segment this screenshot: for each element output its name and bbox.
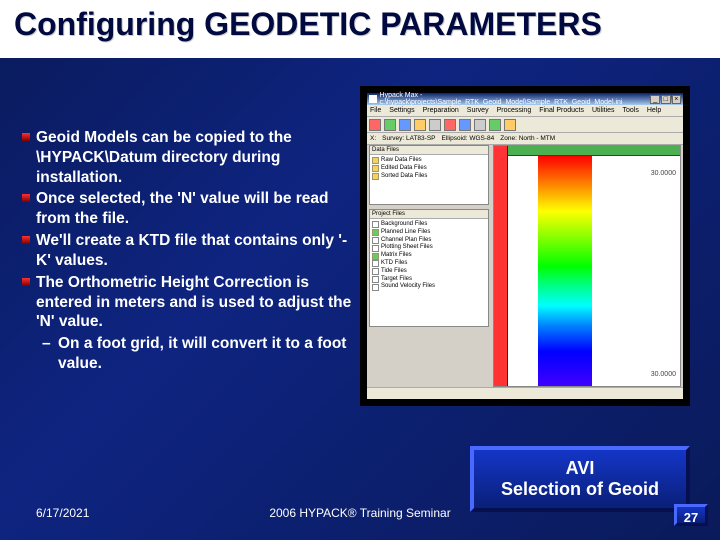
tree-item[interactable]: Tide Files (372, 268, 486, 276)
toolbar-icon[interactable] (489, 119, 501, 131)
tree-label: Edited Data Files (381, 165, 427, 173)
window-title: Hypack Max - c:\hypack\projects\Sample_R… (380, 92, 650, 106)
tree-label: Sound Velocity Files (381, 283, 435, 291)
menu-item[interactable]: Survey (467, 107, 489, 114)
tree-item[interactable]: Raw Data Files (372, 157, 486, 165)
window-frame: Hypack Max - c:\hypack\projects\Sample_R… (367, 93, 683, 399)
tree-label: KTD Files (381, 260, 407, 268)
footer-date: 6/17/2021 (36, 506, 89, 520)
bullet-item: Geoid Models can be copied to the \HYPAC… (22, 128, 352, 187)
info-cell: Ellipsoid: WGS-84 (442, 135, 495, 142)
info-cell: Survey: LAT83-SP (382, 135, 435, 142)
menu-item[interactable]: File (370, 107, 381, 114)
pane-title: Data Files (370, 146, 488, 155)
bullet-text: Once selected, the 'N' value will be rea… (36, 190, 329, 227)
window-titlebar: Hypack Max - c:\hypack\projects\Sample_R… (367, 93, 683, 105)
close-button[interactable]: × (672, 95, 682, 104)
toolbar-icon[interactable] (504, 119, 516, 131)
toolbar-icon[interactable] (474, 119, 486, 131)
avi-line1: AVI (478, 458, 682, 479)
avi-selection-button[interactable]: AVI Selection of Geoid (470, 446, 690, 512)
toolbar-icon[interactable] (369, 119, 381, 131)
bullet-item: The Orthometric Height Correction is ent… (22, 273, 352, 374)
color-scale (538, 156, 592, 386)
pane-title: Project Files (370, 210, 488, 219)
slide-content: Geoid Models can be copied to the \HYPAC… (0, 86, 720, 540)
app-icon (369, 95, 377, 103)
ruler-vertical (494, 146, 508, 386)
avi-line2: Selection of Geoid (478, 479, 682, 500)
scale-label: 30.0000 (651, 371, 676, 378)
tree-label: Tide Files (381, 268, 407, 276)
map-area[interactable]: 30.0000 30.0000 53.0000 (493, 145, 681, 387)
bullet-text: We'll create a KTD file that contains on… (36, 232, 347, 269)
left-panes: Data Files Raw Data Files Edited Data Fi… (369, 145, 489, 387)
menu-item[interactable]: Processing (497, 107, 532, 114)
window-body: Data Files Raw Data Files Edited Data Fi… (367, 145, 683, 387)
bullet-list: Geoid Models can be copied to the \HYPAC… (22, 128, 352, 376)
toolbar-icon[interactable] (384, 119, 396, 131)
toolbar-icon[interactable] (414, 119, 426, 131)
app-screenshot: Hypack Max - c:\hypack\projects\Sample_R… (360, 86, 690, 406)
menu-item[interactable]: Preparation (423, 107, 459, 114)
map-canvas[interactable]: 30.0000 30.0000 53.0000 (508, 156, 680, 386)
bullet-text: Geoid Models can be copied to the \HYPAC… (36, 129, 292, 186)
project-files-pane: Project Files Background Files Planned L… (369, 209, 489, 327)
tree-label: Plotting Sheet Files (381, 244, 433, 252)
bullet-item: Once selected, the 'N' value will be rea… (22, 189, 352, 229)
info-row: X: Survey: LAT83-SP Ellipsoid: WGS-84 Zo… (367, 133, 683, 145)
tree-item[interactable]: Background Files (372, 221, 486, 229)
menu-item[interactable]: Settings (389, 107, 414, 114)
sub-bullet-text: On a foot grid, it will convert it to a … (58, 335, 346, 372)
maximize-button[interactable]: □ (661, 95, 671, 104)
tree-item[interactable]: KTD Files (372, 260, 486, 268)
toolbar-icon[interactable] (444, 119, 456, 131)
tree-item[interactable]: Edited Data Files (372, 165, 486, 173)
toolbar-icon[interactable] (459, 119, 471, 131)
tree-item[interactable]: Target Files (372, 276, 486, 284)
info-cell: Zone: North - MTM (500, 135, 555, 142)
toolbar (367, 117, 683, 133)
tree-item[interactable]: Channel Plan Files (372, 237, 486, 245)
bullet-item: We'll create a KTD file that contains on… (22, 231, 352, 271)
status-bar (367, 387, 683, 399)
tree-item[interactable]: Planned Line Files (372, 229, 486, 237)
menu-item[interactable]: Final Products (539, 107, 584, 114)
sub-bullet: On a foot grid, it will convert it to a … (36, 334, 352, 374)
tree-label: Target Files (381, 276, 412, 284)
tree-item[interactable]: Matrix Files (372, 252, 486, 260)
minimize-button[interactable]: _ (650, 95, 660, 104)
data-files-pane: Data Files Raw Data Files Edited Data Fi… (369, 145, 489, 205)
menu-bar: File Settings Preparation Survey Process… (367, 105, 683, 117)
menu-item[interactable]: Utilities (592, 107, 615, 114)
tree-item[interactable]: Sound Velocity Files (372, 283, 486, 291)
tree-label: Planned Line Files (381, 229, 430, 237)
tree-label: Background Files (381, 221, 427, 229)
bullet-text: The Orthometric Height Correction is ent… (36, 274, 351, 331)
tree-label: Matrix Files (381, 252, 412, 260)
tree-label: Raw Data Files (381, 157, 422, 165)
tree-item[interactable]: Plotting Sheet Files (372, 244, 486, 252)
footer-center: 2006 HYPACK® Training Seminar (269, 506, 450, 520)
ruler-horizontal (508, 146, 680, 156)
toolbar-icon[interactable] (429, 119, 441, 131)
scale-label: 30.0000 (651, 170, 676, 177)
slide-title: Configuring GEODETIC PARAMETERS (0, 0, 720, 58)
tree-label: Sorted Data Files (381, 173, 427, 181)
menu-item[interactable]: Help (647, 107, 661, 114)
tree-item[interactable]: Sorted Data Files (372, 173, 486, 181)
info-cell: X: (370, 135, 376, 142)
toolbar-icon[interactable] (399, 119, 411, 131)
page-number: 27 (674, 504, 708, 526)
menu-item[interactable]: Tools (623, 107, 639, 114)
tree-label: Channel Plan Files (381, 237, 431, 245)
